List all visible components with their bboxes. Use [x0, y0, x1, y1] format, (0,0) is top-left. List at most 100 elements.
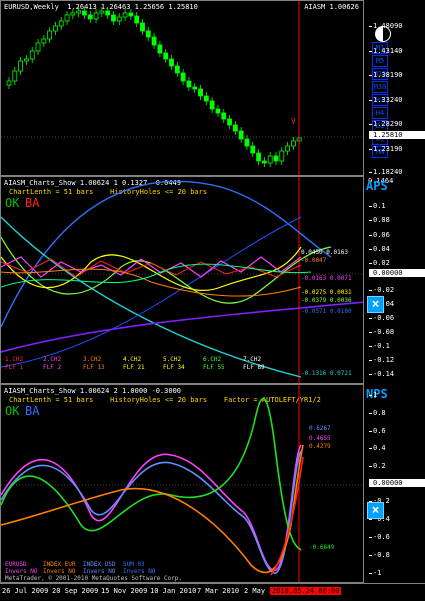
aps-tick: -0.08 — [369, 328, 425, 336]
aps-value-label: -0.0047 — [301, 257, 327, 264]
candle-body — [256, 152, 261, 162]
candle-body — [192, 86, 198, 90]
candle-body — [232, 124, 238, 132]
candle-body — [244, 138, 250, 147]
candle-body — [227, 118, 232, 126]
time-label: 7 Mar 2010 — [197, 587, 240, 595]
candle-body — [53, 25, 58, 32]
nps-row-label: EURUSD — [5, 561, 27, 568]
copyright-text: MetaTrader, © 2001-2010 MetaQuotes Softw… — [5, 575, 183, 582]
nps-zero-tick: 0.00000 — [369, 479, 425, 487]
candle-body — [198, 88, 203, 97]
current-price-label: 1.25810 — [369, 131, 425, 139]
candle-body — [93, 12, 99, 20]
aps-value-label: -0.0275 0.0031 — [301, 289, 352, 296]
candle-body — [221, 112, 227, 120]
candle-body — [58, 20, 64, 27]
nps-tick: -1 — [369, 569, 425, 577]
nps-row-label: Invers NO — [5, 568, 38, 575]
candle-body — [163, 52, 169, 60]
candle-body — [12, 70, 18, 82]
aps-legend-ch: 2.CH2 — [43, 356, 62, 363]
nps-indicator-pane[interactable]: AIASM_Charts_Show 1.00624 2 1.0000 -0.30… — [0, 384, 364, 583]
candle-body — [285, 145, 290, 152]
candle-body — [151, 36, 157, 46]
aps-tick: 0.02 — [369, 259, 425, 267]
nps-row-label: INDEX EUR — [43, 561, 76, 568]
candle-body — [169, 58, 174, 67]
aps-legend-ch: 7.CH2 — [243, 356, 262, 363]
candle-body — [47, 30, 53, 40]
candle-body — [116, 16, 122, 22]
nps-value-label: 0.6267 — [309, 425, 331, 432]
price-tick: 1.43140 — [369, 47, 425, 55]
candle-body — [128, 12, 134, 17]
candle-body — [76, 10, 82, 14]
aps-tick: 0.06 — [369, 231, 425, 239]
candle-body — [99, 10, 105, 14]
price-tick: 1.33240 — [369, 96, 425, 104]
price-tick: 1.38190 — [369, 71, 425, 79]
aps-value-label: -0.1316 0.0721 — [301, 370, 352, 377]
candle-body — [145, 30, 151, 38]
aps-value-label: 0.0450 0.0163 — [301, 249, 348, 256]
nps-tick: 0.6 — [369, 427, 425, 435]
candle-body — [174, 65, 180, 74]
nps-row-label: SUM 03 — [123, 561, 145, 568]
aps-legend-flf: FLF 21 — [123, 364, 145, 371]
vertex-marker: V — [291, 117, 296, 126]
candle-body — [24, 58, 29, 62]
nps-tick: -0.8 — [369, 551, 425, 559]
candle-body — [273, 155, 279, 162]
aps-value-label: -0.0163 0.0071 — [301, 275, 352, 282]
nps-scale: NPS 1 0.8 0.6 0.4 0.2 0.00000 -0.2 -0.4 … — [364, 384, 425, 583]
candle-body — [140, 22, 145, 32]
candle-body — [180, 72, 186, 82]
aps-legend-flf: FLF 2 — [43, 364, 62, 371]
candle-body — [70, 12, 76, 16]
nps-row-label: Invers NO — [83, 568, 116, 575]
candle-body — [105, 10, 111, 16]
timeframe-button-m5[interactable]: M5 — [372, 55, 388, 67]
timeframe-button-m30[interactable]: M30 — [372, 81, 388, 93]
nps-row-label: Invers NO — [123, 568, 156, 575]
aps-tick: -0.12 — [369, 356, 425, 364]
aps-indicator-pane[interactable]: AIASM_Charts_Show 1.00624 1 0.1327 -0.04… — [0, 176, 364, 384]
candle-body — [122, 12, 128, 18]
price-tick: 1.23190 — [369, 145, 425, 153]
candle-body — [290, 140, 296, 147]
aps-tick: -0.06 — [369, 314, 425, 322]
candle-body — [64, 14, 70, 22]
aps-tick: -0.14 — [369, 370, 425, 378]
nps-close-icon[interactable]: × — [367, 502, 384, 519]
aps-legend-flf: FLF 13 — [83, 364, 105, 371]
timeframe-button-h4[interactable]: H4 — [372, 107, 388, 119]
candle-body — [261, 160, 267, 164]
nps-tick: 0.8 — [369, 409, 425, 417]
price-chart-pane[interactable]: EURUSD,Weekly 1.26413 1.26463 1.25656 1.… — [0, 0, 364, 176]
aps-zero-tick: 0.00000 — [369, 269, 425, 277]
candle-body — [111, 14, 116, 22]
price-tick: 1.28290 — [369, 120, 425, 128]
nps-value-label: -0.6849 — [309, 544, 335, 551]
aps-badge: APS — [366, 179, 388, 193]
nps-tick: -0.6 — [369, 533, 425, 541]
candle-body — [157, 44, 163, 54]
candle-body — [186, 80, 192, 88]
nps-value-label: 0.4655 — [309, 435, 331, 442]
candlestick-chart — [1, 1, 363, 175]
nps-tick: 0.2 — [369, 462, 425, 470]
time-label: 10 Jan 2010 — [150, 587, 197, 595]
aps-tick: -0.02 — [369, 286, 425, 294]
aps-tick: -0.1 — [369, 342, 425, 350]
nps-tick: 0.4 — [369, 444, 425, 452]
price-scale: M1 M5 M15 M30 H1 H4 D1 W1 MN 1.48090 1.4… — [364, 0, 425, 176]
aps-legend-flf: FLF 55 — [203, 364, 225, 371]
candle-body — [18, 60, 24, 72]
aps-close-icon[interactable]: × — [367, 296, 384, 313]
time-label: 20 Sep 2009 — [52, 587, 99, 595]
aps-value-label: -0.0379 0.0036 — [301, 297, 352, 304]
candle-body — [6, 80, 12, 86]
time-label: 26 Jul 2009 — [2, 587, 49, 595]
nps-row-label: INDEX USD — [83, 561, 116, 568]
